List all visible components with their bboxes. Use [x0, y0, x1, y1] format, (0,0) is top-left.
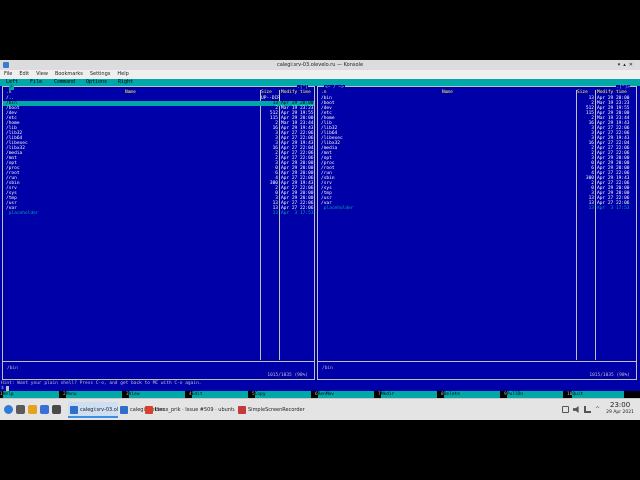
app-launcher-icon[interactable] — [4, 405, 13, 414]
right-panel-status: 1015/1035 (98%) — [589, 373, 630, 378]
clock-time: 23:00 — [609, 401, 631, 409]
desktop-screen: calegi:srv-03.olevelo.ru — Konsole ▾▴✕ F… — [0, 60, 640, 420]
fkey-label: Help — [2, 391, 59, 398]
task-label: calegi:srv-03.olevelo.ru — Konsole — [80, 407, 118, 413]
left-panel-header: .n Name Size Modify time — [3, 90, 314, 95]
sort-indicator[interactable]: .n — [6, 90, 11, 95]
expand-tray-icon[interactable]: ^ — [595, 406, 602, 413]
file-row[interactable]: placeholder 13 Apr 3 17:53 — [3, 211, 314, 216]
fkey-label: View — [128, 391, 185, 398]
fkey-mkdir[interactable]: 7Mkdir — [378, 391, 441, 398]
taskbar-task[interactable]: calegi:srv-03.olevelo.ru — Konsole — [68, 402, 118, 418]
menu-help[interactable]: Help — [117, 70, 128, 79]
menu-edit[interactable]: Edit — [19, 70, 29, 79]
task-app-icon — [145, 406, 153, 414]
size-column-header[interactable]: Size — [261, 90, 272, 95]
name-column-header[interactable]: Name — [125, 90, 136, 95]
pager-icon[interactable] — [16, 405, 25, 414]
volume-icon[interactable] — [573, 406, 579, 413]
fkey-label: Edit — [191, 391, 248, 398]
fkey-label: Mkdir — [380, 391, 437, 398]
left-panel[interactable]: / .[^] .n Name Size Modify time /.. UP--D… — [2, 85, 315, 380]
fkey-help[interactable]: 1Help — [0, 391, 63, 398]
konsole-icon — [3, 62, 9, 68]
menu-bookmarks[interactable]: Bookmarks — [55, 70, 83, 79]
panel-divider — [3, 361, 314, 362]
task-app-icon — [238, 406, 246, 414]
mc-menu-right[interactable]: Right — [118, 79, 133, 86]
browser-icon[interactable] — [40, 405, 49, 414]
fkey-delete[interactable]: 8Delete — [441, 391, 504, 398]
left-panel-status: 1015/1035 (98%) — [267, 373, 308, 378]
task-label: Linux_prik · Issue #509 · ubuntu/ubun... — [155, 407, 235, 413]
file-size: 13 — [272, 211, 278, 216]
fkey-label: Quit — [572, 391, 625, 398]
mtime-column-header[interactable]: Modify time — [597, 90, 627, 95]
taskbar: calegi:srv-03.olevelo.ru — Konsolecalegi… — [0, 398, 640, 420]
function-key-bar: 1Help 2Menu 3View 4Edit 5Copy 6RenMov 7Mkdir 8D… — [0, 391, 640, 398]
taskbar-task[interactable]: SimpleScreenRecorder — [236, 402, 306, 418]
fkey-label: Copy — [254, 391, 311, 398]
fkey-pulldn[interactable]: 9PullDn — [504, 391, 567, 398]
fkey-label: PullDn — [506, 391, 563, 398]
name-column-header[interactable]: Name — [442, 90, 453, 95]
clock[interactable]: 23:00 29 Apr 2021 — [606, 401, 634, 416]
fkey-label: Delete — [443, 391, 500, 398]
fkey-edit[interactable]: 4Edit — [189, 391, 252, 398]
left-panel-footer: /bin — [7, 366, 18, 371]
fkey-label: Menu — [65, 391, 122, 398]
file-size: 13 — [588, 206, 594, 211]
menu-settings[interactable]: Settings — [90, 70, 111, 79]
clipboard-icon[interactable] — [562, 406, 569, 413]
fkey-menu[interactable]: 2Menu — [63, 391, 126, 398]
konsole-menubar: File Edit View Bookmarks Settings Help — [0, 70, 640, 79]
terminal-area[interactable]: Left File Command Options Right / .[^] .n Na… — [0, 79, 640, 391]
file-mtime: Apr 3 17:53 — [597, 206, 630, 211]
window-title: calegi:srv-03.olevelo.ru — Konsole — [276, 62, 364, 68]
menu-view[interactable]: View — [36, 70, 48, 79]
taskbar-task[interactable]: Linux_prik · Issue #509 · ubuntu/ubun... — [143, 402, 235, 418]
file-name: placeholder — [321, 206, 354, 211]
right-panel[interactable]: <─ / ─> .[^]> .n Name Size Modify time /… — [317, 85, 637, 380]
file-name: placeholder — [6, 211, 39, 216]
right-panel-header: .n Name Size Modify time — [318, 90, 636, 95]
mc-menu-file[interactable]: File — [30, 79, 42, 86]
menu-file[interactable]: File — [4, 70, 12, 79]
left-file-list[interactable]: /.. UP--DIR/bin 13 Apr 29 20:00/boot 2 Mar 19… — [3, 96, 314, 216]
right-panel-footer: /bin — [322, 366, 333, 371]
task-label: SimpleScreenRecorder — [248, 407, 305, 413]
fkey-label: RenMov — [317, 391, 374, 398]
task-app-icon — [120, 406, 128, 414]
mtime-column-header[interactable]: Modify time — [281, 90, 311, 95]
window-controls[interactable]: ▾▴✕ — [618, 60, 636, 70]
fkey-view[interactable]: 3View — [126, 391, 189, 398]
window-titlebar[interactable]: calegi:srv-03.olevelo.ru — Konsole ▾▴✕ — [0, 60, 640, 70]
file-mtime: Apr 3 17:53 — [281, 211, 314, 216]
network-icon[interactable] — [584, 406, 591, 413]
mc-menu-options[interactable]: Options — [86, 79, 107, 86]
mc-menu-command[interactable]: Command — [54, 79, 75, 86]
fkey-copy[interactable]: 5Copy — [252, 391, 315, 398]
folder-icon[interactable] — [28, 405, 37, 414]
panel-divider — [318, 361, 636, 362]
sort-indicator[interactable]: .n — [321, 90, 326, 95]
task-app-icon — [70, 406, 78, 414]
terminal-icon[interactable] — [52, 405, 61, 414]
fkey-renmov[interactable]: 6RenMov — [315, 391, 378, 398]
file-row[interactable]: placeholder 13 Apr 3 17:53 — [318, 206, 636, 211]
size-column-header[interactable]: Size — [577, 90, 588, 95]
fkey-quit[interactable]: 10Quit — [567, 391, 630, 398]
right-file-list[interactable]: /bin 13 Apr 29 20:00/boot 2 Mar 19 23:23/dev… — [318, 96, 636, 211]
close-icon[interactable]: ✕ — [629, 62, 636, 68]
mc-top-menu: Left File Command Options Right — [0, 79, 640, 86]
clock-date: 29 Apr 2021 — [606, 410, 634, 415]
